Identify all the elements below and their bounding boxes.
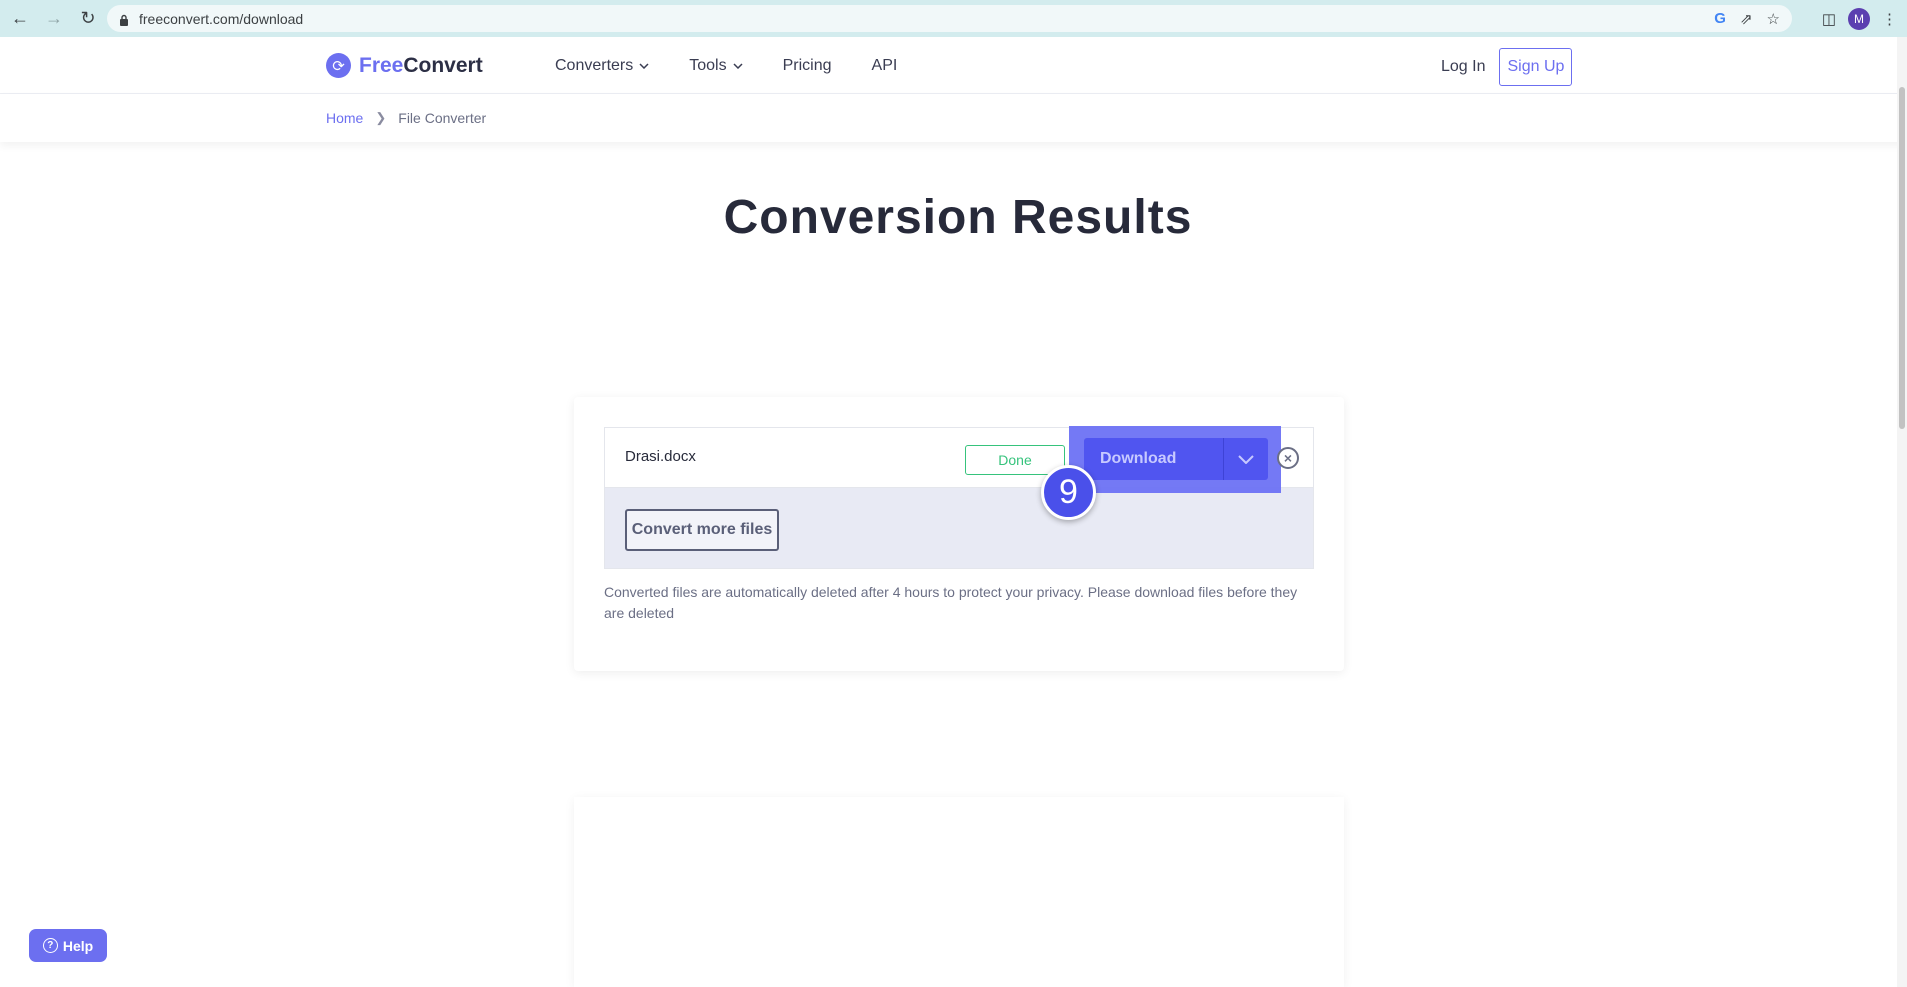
chevron-down-icon: [639, 62, 649, 69]
breadcrumb-bar: Home ❯ File Converter: [0, 94, 1907, 142]
lock-icon: [119, 13, 129, 26]
signup-button[interactable]: Sign Up: [1499, 48, 1573, 86]
step-number-badge: 9: [1041, 465, 1096, 520]
address-bar[interactable]: freeconvert.com/download G ⇗ ☆: [107, 5, 1792, 32]
page-scrollbar[interactable]: [1897, 37, 1907, 987]
side-panel-icon[interactable]: ◫: [1822, 10, 1836, 28]
nav-converters[interactable]: Converters: [555, 57, 649, 75]
login-link[interactable]: Log In: [1441, 58, 1485, 76]
download-button[interactable]: Download: [1084, 438, 1268, 480]
nav-pricing[interactable]: Pricing: [783, 57, 832, 75]
site-header: ⟳ FreeConvert Converters Tools Pricing A…: [0, 37, 1907, 94]
nav-api[interactable]: API: [872, 57, 898, 75]
breadcrumb: Home ❯ File Converter: [326, 110, 486, 126]
nav-pricing-label: Pricing: [782, 56, 832, 74]
privacy-note: Converted files are automatically delete…: [604, 584, 1298, 621]
reload-icon[interactable]: ↻: [74, 5, 102, 33]
download-options-toggle[interactable]: [1224, 454, 1268, 464]
remove-file-icon[interactable]: ×: [1277, 447, 1299, 469]
nav-converters-label: Converters: [555, 56, 634, 74]
nav-tools[interactable]: Tools: [689, 56, 743, 75]
google-icon[interactable]: G: [1714, 10, 1726, 27]
breadcrumb-current: File Converter: [398, 110, 487, 126]
nav-tools-label: Tools: [689, 56, 727, 74]
chevron-down-icon: [733, 62, 743, 69]
help-button[interactable]: ? Help: [29, 929, 107, 962]
breadcrumb-home[interactable]: Home: [326, 110, 363, 126]
download-label: Download: [1100, 450, 1177, 467]
question-icon: ?: [42, 938, 58, 953]
file-name: Drasi.docx: [625, 448, 696, 465]
action-area: Convert more files: [604, 487, 1314, 569]
menu-kebab-icon[interactable]: ⋮: [1882, 10, 1897, 28]
convert-more-button[interactable]: Convert more files: [625, 509, 779, 551]
logo-text-convert: Convert: [403, 53, 483, 77]
page-title: Conversion Results: [723, 191, 1193, 244]
bookmark-star-icon[interactable]: ☆: [1767, 10, 1780, 28]
url-text: freeconvert.com/download: [139, 10, 304, 27]
forward-icon[interactable]: →: [40, 5, 68, 33]
share-icon[interactable]: ⇗: [1740, 10, 1753, 28]
main-nav: Converters Tools Pricing API: [555, 37, 897, 94]
help-label: Help: [62, 937, 94, 954]
browser-toolbar: ← → ↻ freeconvert.com/download G ⇗ ☆ ◫ M…: [0, 0, 1907, 37]
nav-api-label: API: [871, 56, 898, 74]
chevron-down-icon: [1238, 454, 1254, 464]
chevron-right-icon: ❯: [375, 110, 387, 125]
logo-sync-icon: ⟳: [326, 53, 351, 78]
lower-card: [574, 797, 1344, 987]
back-icon[interactable]: ←: [6, 5, 34, 33]
scrollbar-thumb[interactable]: [1899, 87, 1905, 429]
logo[interactable]: ⟳ FreeConvert: [326, 53, 483, 78]
logo-text-free: Free: [359, 53, 404, 77]
avatar[interactable]: M: [1848, 7, 1870, 30]
